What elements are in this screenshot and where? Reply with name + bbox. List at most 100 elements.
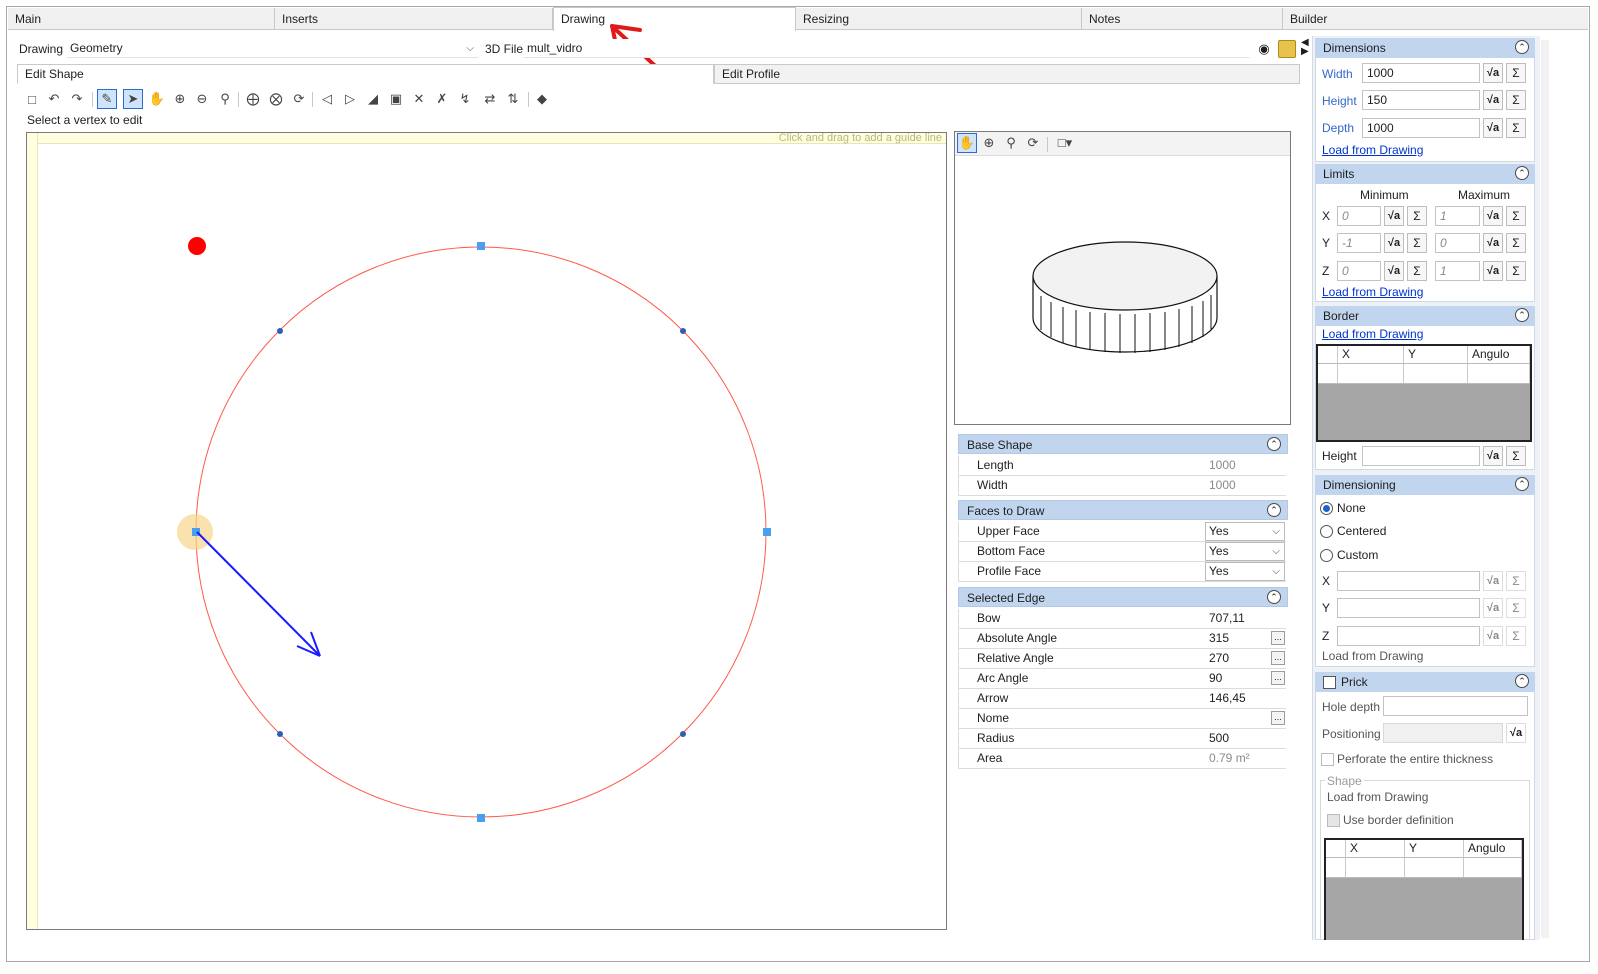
profile-face-select[interactable]: Yes ⌵	[1205, 562, 1285, 581]
height-input[interactable]: 150	[1362, 90, 1480, 110]
sum-icon[interactable]: Σ	[1407, 206, 1427, 226]
sum-icon[interactable]: Σ	[1506, 63, 1526, 83]
formula-icon[interactable]: √a	[1384, 233, 1404, 253]
collapse-icon[interactable]: ⌃	[1515, 477, 1529, 491]
border-table[interactable]: X Y Angulo	[1316, 344, 1532, 442]
subtab-edit-profile[interactable]: Edit Profile	[714, 64, 1300, 84]
formula-icon[interactable]: √a	[1483, 206, 1503, 226]
shape-load-link[interactable]: Load from Drawing	[1327, 789, 1428, 805]
radio-none[interactable]	[1320, 502, 1333, 515]
drawing-select[interactable]: Geometry ⌵	[66, 39, 479, 58]
base-shape-header[interactable]: Base Shape ⌃	[958, 434, 1288, 454]
perforate-label[interactable]: Perforate the entire thickness	[1337, 751, 1493, 767]
collapse-icon[interactable]: ⌃	[1267, 590, 1281, 604]
limits-load-link[interactable]: Load from Drawing	[1322, 285, 1423, 299]
sum-icon[interactable]: Σ	[1506, 626, 1526, 646]
sum-icon[interactable]: Σ	[1506, 571, 1526, 591]
formula-icon[interactable]: √a	[1483, 261, 1503, 281]
table-row[interactable]	[1318, 364, 1530, 384]
tab-inserts[interactable]: Inserts	[275, 8, 553, 30]
radio-none-label[interactable]: None	[1337, 500, 1366, 516]
radio-centered[interactable]	[1320, 525, 1333, 538]
mirror-vertical-icon[interactable]: ⇅	[503, 89, 523, 109]
dimensioning-header[interactable]: Dimensioning ⌃	[1315, 475, 1535, 495]
dim-x-input[interactable]	[1337, 571, 1480, 591]
preview-3d[interactable]: ✋ ⊕ ⚲ ⟳ □▾	[954, 131, 1291, 425]
sum-icon[interactable]: Σ	[1506, 233, 1526, 253]
shape-tool-4-icon[interactable]: ▣	[386, 89, 406, 109]
col-x[interactable]: X	[1338, 346, 1404, 363]
shape-tool-5-icon[interactable]: ✕	[409, 89, 429, 109]
prick-shape-table[interactable]: X Y Angulo	[1324, 838, 1524, 940]
x-min-input[interactable]: 0	[1337, 206, 1381, 226]
formula-icon[interactable]: √a	[1483, 233, 1503, 253]
use-border-checkbox[interactable]	[1327, 814, 1340, 827]
border-height-input[interactable]	[1362, 446, 1480, 466]
y-max-input[interactable]: 0	[1435, 233, 1480, 253]
tab-drawing[interactable]: Drawing	[553, 7, 796, 31]
col-y[interactable]: Y	[1404, 346, 1468, 363]
prick-checkbox[interactable]	[1323, 676, 1336, 689]
ellipsis-button[interactable]: ...	[1271, 671, 1285, 685]
folder-icon[interactable]	[1278, 40, 1296, 58]
radio-custom-label[interactable]: Custom	[1337, 547, 1378, 563]
sum-icon[interactable]: Σ	[1506, 118, 1526, 138]
dimensions-load-link[interactable]: Load from Drawing	[1322, 143, 1423, 157]
undo-icon[interactable]: ↶	[44, 89, 64, 109]
pan-hand-icon[interactable]: ✋	[957, 133, 977, 153]
shape-tool-3-icon[interactable]: ◢	[363, 89, 383, 109]
sum-icon[interactable]: Σ	[1506, 90, 1526, 110]
depth-input[interactable]: 1000	[1362, 118, 1480, 138]
shape-drawing[interactable]	[27, 133, 946, 929]
tab-main[interactable]: Main	[8, 8, 275, 30]
prick-header[interactable]: Prick ⌃	[1315, 672, 1535, 692]
dim-z-input[interactable]	[1337, 626, 1480, 646]
formula-icon[interactable]: √a	[1483, 63, 1503, 83]
file-input[interactable]: mult_vidro	[523, 39, 1250, 58]
sum-icon[interactable]: Σ	[1407, 233, 1427, 253]
positioning-input[interactable]	[1383, 723, 1503, 743]
dim-y-input[interactable]	[1337, 598, 1480, 618]
shape-tool-6-icon[interactable]: ✗	[432, 89, 452, 109]
shape-tool-1-icon[interactable]: ◁	[317, 89, 337, 109]
collapse-icon[interactable]: ⌃	[1267, 437, 1281, 451]
binoculars-icon[interactable]: ◉	[1255, 40, 1273, 58]
radio-custom[interactable]	[1320, 549, 1333, 562]
col-angulo[interactable]: Angulo	[1464, 840, 1522, 857]
z-max-input[interactable]: 1	[1435, 261, 1480, 281]
sum-icon[interactable]: Σ	[1506, 261, 1526, 281]
pan-hand-icon[interactable]: ✋	[147, 89, 167, 109]
redo-icon[interactable]: ↷	[67, 89, 87, 109]
use-border-label[interactable]: Use border definition	[1343, 812, 1454, 828]
collapse-icon[interactable]: ⌃	[1515, 674, 1529, 688]
zoom-icon[interactable]: ⚲	[1001, 133, 1021, 153]
zoom-out-icon[interactable]: ⊖	[192, 89, 212, 109]
orbit-icon[interactable]: ⟳	[1023, 133, 1043, 153]
ellipsis-button[interactable]: ...	[1271, 651, 1285, 665]
collapse-icon[interactable]: ⌃	[1515, 40, 1529, 54]
select-pointer-icon[interactable]: ➤	[123, 89, 143, 109]
z-min-input[interactable]: 0	[1337, 261, 1381, 281]
subtab-edit-shape[interactable]: Edit Shape	[17, 64, 714, 84]
prop-value[interactable]: 270	[1209, 649, 1229, 668]
dxf-icon[interactable]: ↯	[455, 89, 475, 109]
zoom-fit-icon[interactable]: ⊕	[170, 89, 190, 109]
upper-face-select[interactable]: Yes ⌵	[1205, 522, 1285, 541]
panel-toggle-icon[interactable]: ◀ ▶	[1301, 38, 1309, 57]
prop-value[interactable]: 315	[1209, 629, 1229, 648]
limits-header[interactable]: Limits ⌃	[1315, 164, 1535, 184]
formula-icon[interactable]: √a	[1483, 598, 1503, 618]
formula-icon[interactable]: √a	[1483, 571, 1503, 591]
sum-icon[interactable]: Σ	[1407, 261, 1427, 281]
collapse-icon[interactable]: ⌃	[1267, 503, 1281, 517]
ellipsis-button[interactable]: ...	[1271, 631, 1285, 645]
prop-value[interactable]: 500	[1209, 729, 1229, 748]
bottom-face-select[interactable]: Yes ⌵	[1205, 542, 1285, 561]
formula-icon[interactable]: √a	[1506, 723, 1526, 743]
table-row[interactable]	[1326, 858, 1522, 878]
perforate-checkbox[interactable]	[1321, 753, 1334, 766]
formula-icon[interactable]: √a	[1483, 118, 1503, 138]
radio-centered-label[interactable]: Centered	[1337, 523, 1386, 539]
formula-icon[interactable]: √a	[1384, 206, 1404, 226]
dimensions-header[interactable]: Dimensions ⌃	[1315, 38, 1535, 58]
